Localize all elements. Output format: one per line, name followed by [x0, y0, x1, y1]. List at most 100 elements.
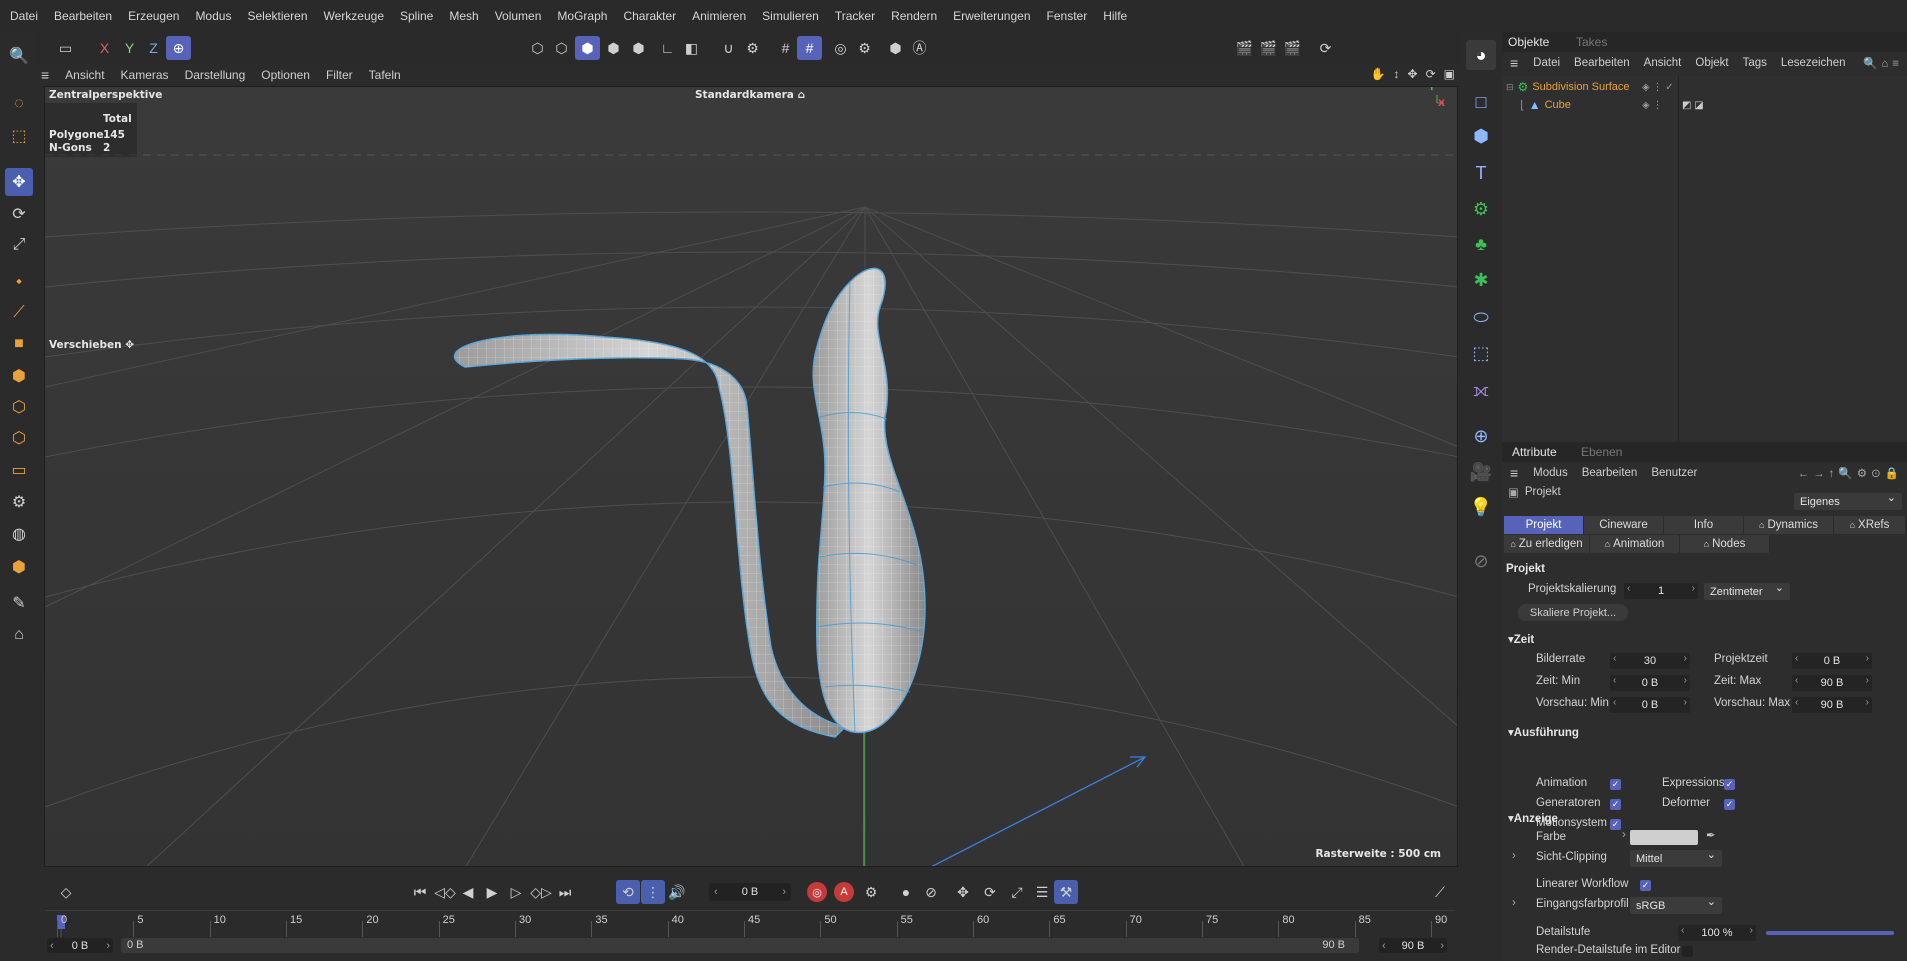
menu-item-erzeugen[interactable]: Erzeugen: [120, 9, 187, 23]
scale-tool-icon[interactable]: ⤢: [5, 231, 33, 259]
axis-z-button[interactable]: Z: [141, 36, 166, 60]
zeit-field[interactable]: ‹ 90 B ›: [1792, 675, 1872, 691]
render-icon[interactable]: 🎬: [1256, 36, 1281, 60]
viewport-menu-darstellung[interactable]: Darstellung: [177, 68, 254, 82]
subtab-xrefs[interactable]: ⌂ XRefs: [1834, 516, 1906, 534]
menu-item-selektieren[interactable]: Selektieren: [239, 9, 315, 23]
world-coords-icon[interactable]: ⊕: [166, 36, 191, 60]
objects-hamburger-icon[interactable]: ≡: [1502, 55, 1526, 71]
ausfuehrung-checkbox[interactable]: ✓: [1610, 779, 1621, 790]
uv-icon[interactable]: ⬢: [626, 36, 651, 60]
settings-icon[interactable]: ⚙: [852, 36, 877, 60]
section-ausfuehrung[interactable]: ▾Ausführung: [1508, 725, 1579, 739]
tree-item-cube[interactable]: ⌊ ▲ Cube ◈ ⋮ ◩ ◪: [1520, 96, 1704, 114]
objects-menu-lesezeichen[interactable]: Lesezeichen: [1774, 57, 1853, 69]
attributes-menu-benutzer[interactable]: Benutzer: [1644, 467, 1704, 479]
viewport-menu-ansicht[interactable]: Ansicht: [57, 68, 112, 82]
subtab-nodes[interactable]: ⌂ Nodes: [1680, 535, 1770, 553]
lock-icon[interactable]: ◍: [5, 520, 33, 548]
projektskalierung-field[interactable]: ‹ 1 ›: [1624, 583, 1698, 599]
zeit-field[interactable]: ‹ 0 B ›: [1792, 653, 1872, 669]
visibility-icon[interactable]: ◈ ⋮: [1642, 100, 1662, 111]
section-anzeige[interactable]: ▾Anzeige: [1508, 811, 1558, 825]
deformer-icon[interactable]: ⬭: [1466, 302, 1496, 332]
pan-icon[interactable]: ✋: [1371, 67, 1386, 81]
farbe-expand-icon[interactable]: ›: [1622, 829, 1626, 841]
points-icon[interactable]: ⬡: [525, 36, 550, 60]
eyedropper-icon[interactable]: ✒: [1706, 828, 1716, 842]
magnet-icon[interactable]: ∪: [716, 36, 741, 60]
subtab-dynamics[interactable]: ⌂ Dynamics: [1744, 516, 1834, 534]
menu-item-erweiterungen[interactable]: Erweiterungen: [945, 9, 1038, 23]
camera-lock-icon[interactable]: ⌂: [798, 89, 806, 101]
model-mode-icon[interactable]: ⬢: [5, 362, 33, 390]
param-key-icon[interactable]: ☰: [1030, 880, 1054, 904]
cube-primitive-icon[interactable]: ⬢: [1466, 121, 1496, 151]
ausfuehrung-checkbox[interactable]: ✓: [1610, 799, 1621, 810]
tab-attribute[interactable]: Attribute: [1512, 445, 1557, 459]
attributes-menu-modus[interactable]: Modus: [1526, 467, 1575, 479]
key-lock-icon[interactable]: ●: [894, 880, 918, 904]
tag-icons[interactable]: ◩ ◪: [1682, 100, 1704, 111]
loop-icon[interactable]: ⟲: [616, 880, 640, 904]
menu-item-rendern[interactable]: Rendern: [883, 9, 945, 23]
environment-icon[interactable]: ⊕: [1466, 421, 1496, 451]
prev-frame-icon[interactable]: ◀: [456, 880, 480, 904]
end-frame-field[interactable]: ‹ 90 B ›: [1379, 938, 1447, 953]
menu-item-hilfe[interactable]: Hilfe: [1095, 9, 1135, 23]
subtab-zu-erledigen[interactable]: ⌂ Zu erledigen: [1504, 535, 1590, 553]
visibility-icon[interactable]: ◈ ⋮ ✓: [1642, 82, 1674, 93]
solo-mode-icon[interactable]: ◧: [679, 36, 704, 60]
objects-menu-tags[interactable]: Tags: [1736, 57, 1774, 69]
solo-icon[interactable]: ⬢: [5, 553, 33, 581]
menu-item-tracker[interactable]: Tracker: [827, 9, 883, 23]
menu-item-simulieren[interactable]: Simulieren: [754, 9, 827, 23]
orbit-icon[interactable]: ✥: [1408, 67, 1418, 81]
objects-manager-icon[interactable]: ◕: [1466, 40, 1496, 70]
viewport-menu-filter[interactable]: Filter: [318, 68, 361, 82]
render-view-icon[interactable]: 🎬: [1232, 36, 1257, 60]
attributes-menu-bearbeiten[interactable]: Bearbeiten: [1575, 467, 1645, 479]
fcurve-icon[interactable]: ⟋: [1428, 880, 1452, 904]
points-mode-icon[interactable]: ⬩: [5, 268, 33, 296]
polygons-mode-icon[interactable]: ■: [5, 330, 33, 358]
skaliere-projekt-button[interactable]: Skaliere Projekt...: [1518, 604, 1628, 621]
grid-snap-active-icon[interactable]: #: [797, 36, 822, 60]
subtab-cineware[interactable]: Cineware: [1584, 516, 1664, 534]
detailstufe-slider[interactable]: [1766, 931, 1894, 935]
grid-snap-icon[interactable]: #: [773, 36, 798, 60]
menu-item-volumen[interactable]: Volumen: [487, 9, 550, 23]
tab-objekte[interactable]: Objekte: [1508, 35, 1549, 49]
effector-icon[interactable]: ✱: [1466, 265, 1496, 295]
autokey-icon[interactable]: A: [834, 882, 854, 902]
dolly-icon[interactable]: ↕: [1394, 67, 1400, 81]
viewport-menu-optionen[interactable]: Optionen: [253, 68, 318, 82]
layer-icon[interactable]: □: [1466, 87, 1496, 117]
subtab-animation[interactable]: ⌂ Animation: [1590, 535, 1680, 553]
object-tree[interactable]: ⊟ ⚙ Subdivision Surface ◈ ⋮ ✓ ⌊ ▲ Cube ◈ ⋮…: [1502, 76, 1907, 446]
farbe-color-swatch[interactable]: [1630, 830, 1698, 845]
sculpt-icon[interactable]: ⌂: [5, 621, 33, 649]
menu-item-mograph[interactable]: MoGraph: [549, 9, 615, 23]
keyframe-settings-icon[interactable]: ⚙: [859, 880, 883, 904]
detailstufe-field[interactable]: ‹ 100 % ›: [1678, 925, 1756, 941]
start-frame-field[interactable]: ‹ 0 B ›: [47, 938, 113, 953]
workplane-icon[interactable]: ▭: [5, 456, 33, 484]
viewport-menu-tafeln[interactable]: Tafeln: [361, 68, 409, 82]
objects-menu-ansicht[interactable]: Ansicht: [1637, 57, 1689, 69]
ausfuehrung-checkbox[interactable]: ✓: [1610, 819, 1621, 830]
auto-icon[interactable]: Ⓐ: [907, 36, 932, 60]
range-slider[interactable]: 0 B 90 B: [121, 938, 1359, 953]
cloner-icon[interactable]: ♣: [1466, 229, 1496, 259]
menu-item-charakter[interactable]: Charakter: [615, 9, 684, 23]
search-icon[interactable]: 🔍: [5, 42, 33, 70]
brush-icon[interactable]: ✎: [5, 589, 33, 617]
render-settings-icon[interactable]: 🎬: [1280, 36, 1305, 60]
live-selection-icon[interactable]: ◌: [5, 90, 33, 118]
tab-ebenen[interactable]: Ebenen: [1581, 445, 1622, 459]
zeit-field[interactable]: ‹ 0 B ›: [1610, 675, 1690, 691]
play-icon[interactable]: ▶: [480, 880, 504, 904]
section-zeit[interactable]: ▾Zeit: [1508, 632, 1534, 646]
rotate-view-icon[interactable]: ⟳: [1426, 67, 1436, 81]
menu-item-bearbeiten[interactable]: Bearbeiten: [46, 9, 120, 23]
